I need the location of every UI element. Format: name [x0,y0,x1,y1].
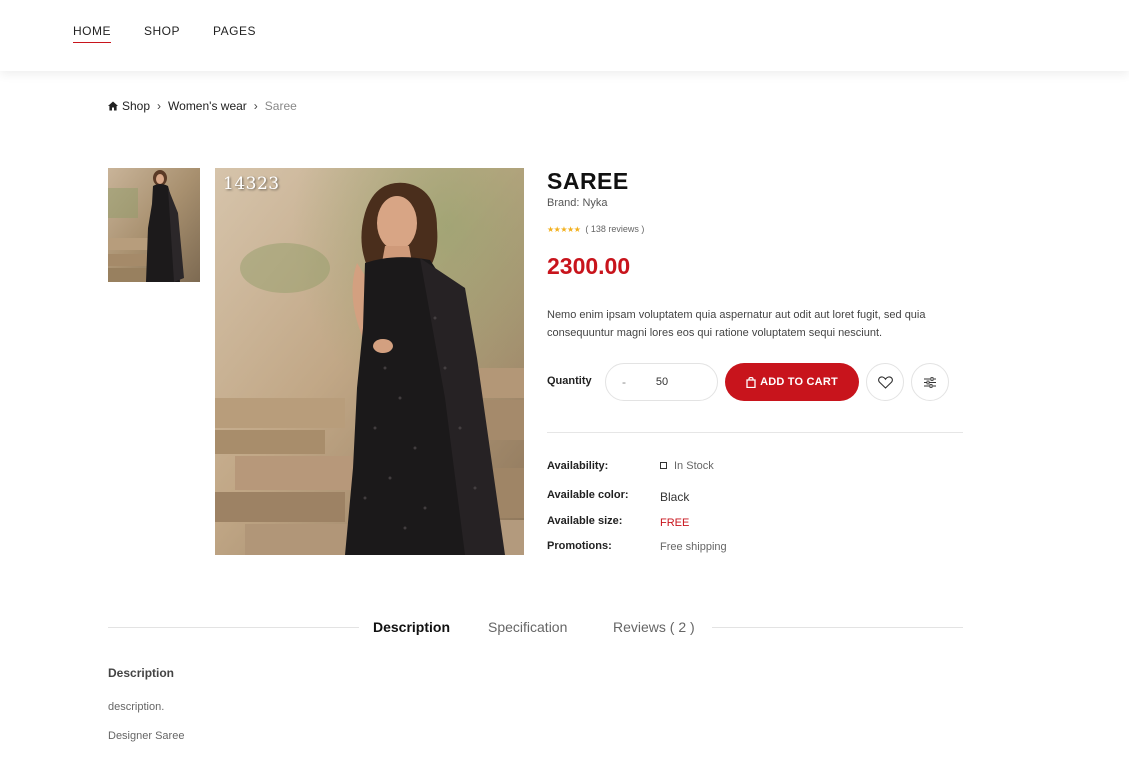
quantity-minus-button[interactable]: - [606,375,642,389]
color-value: Black [660,490,690,504]
description-detail: Designer Saree [108,730,185,742]
thumbnail-photo [108,168,200,282]
tabs-divider-right [712,627,963,628]
nav-pages[interactable]: PAGES [213,24,256,43]
home-icon [108,101,118,111]
promotions-value: Free shipping [660,541,727,553]
availability-value: In Stock [660,460,714,472]
product-brand: Brand: Nyka [547,197,608,209]
nav-shop[interactable]: SHOP [144,24,180,43]
heart-icon [877,375,893,389]
size-value: FREE [660,517,690,529]
stock-checkbox-icon [660,462,667,469]
main-nav: HOME SHOP PAGES [73,24,256,43]
wishlist-button[interactable] [866,363,904,401]
compare-button[interactable] [911,363,949,401]
star-rating-icon: ★★★★★ [547,224,581,234]
breadcrumb-current: Saree [264,99,297,113]
chevron-right-icon: › [253,99,258,113]
quantity-input[interactable] [642,376,682,388]
shopping-bag-icon [746,376,756,388]
breadcrumb: Shop › Women's wear › Saree [108,99,297,113]
reviews-count-link[interactable]: ( 138 reviews ) [585,224,644,234]
quantity-label: Quantity [547,375,592,387]
image-code-label: 14323 [223,174,280,194]
product-thumbnail[interactable] [108,168,200,282]
add-to-cart-label: ADD TO CART [760,376,838,388]
product-main-image[interactable]: 14323 [215,168,524,555]
promotions-label: Promotions: [547,540,612,552]
availability-label: Availability: [547,460,609,472]
quantity-stepper: - [605,363,718,401]
info-divider [547,432,963,433]
availability-text: In Stock [674,460,714,472]
add-to-cart-button[interactable]: ADD TO CART [725,363,859,401]
size-label: Available size: [547,515,623,527]
breadcrumb-shop[interactable]: Shop [122,99,150,113]
color-label: Available color: [547,489,629,501]
description-text: description. [108,701,165,713]
product-price: 2300.00 [547,253,631,279]
product-title: SAREE [547,168,629,194]
product-photo [215,168,524,555]
product-rating: ★★★★★ ( 138 reviews ) [547,224,644,234]
breadcrumb-womens-wear[interactable]: Women's wear [168,99,247,113]
tabs-divider-left [108,627,359,628]
description-heading: Description [108,666,175,680]
chevron-right-icon: › [157,99,162,113]
tab-specification[interactable]: Specification [488,619,567,635]
tab-description[interactable]: Description [373,619,450,635]
product-short-description: Nemo enim ipsam voluptatem quia aspernat… [547,309,926,339]
site-header: HOME SHOP PAGES [0,0,1129,71]
tab-reviews[interactable]: Reviews ( 2 ) [613,619,695,635]
nav-home[interactable]: HOME [73,24,111,43]
sliders-icon [924,376,936,388]
